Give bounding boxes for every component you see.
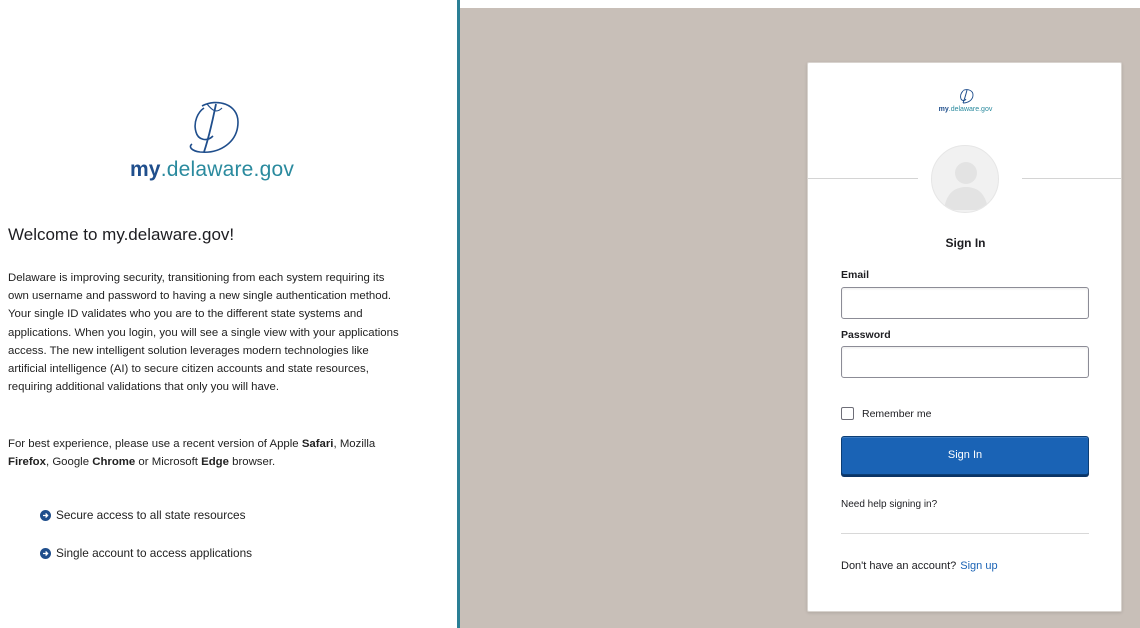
- signup-prompt: Don't have an account?: [841, 560, 957, 572]
- email-label: Email: [841, 269, 870, 281]
- sign-in-card: my.delaware.gov Sign In Email Password R…: [807, 62, 1122, 612]
- user-avatar-icon: [931, 145, 999, 213]
- signup-row: Don't have an account? Sign up: [841, 560, 998, 572]
- remember-me-label: Remember me: [862, 407, 932, 420]
- remember-me-row[interactable]: Remember me: [841, 407, 931, 420]
- header-divider-left: [808, 178, 918, 179]
- arrow-circle-right-icon: [40, 509, 51, 521]
- sign-in-button[interactable]: Sign In: [841, 436, 1089, 475]
- help-signing-in-link[interactable]: Need help signing in?: [841, 499, 937, 510]
- password-label: Password: [841, 329, 891, 341]
- card-brand-logo: my.delaware.gov: [808, 87, 1123, 113]
- card-divider: [841, 533, 1089, 534]
- password-field[interactable]: [841, 346, 1089, 378]
- feature-label: Single account to access applications: [56, 546, 253, 560]
- sign-up-link[interactable]: Sign up: [960, 560, 997, 572]
- feature-item-secure-access: Secure access to all state resources: [40, 508, 246, 522]
- feature-label: Secure access to all state resources: [56, 508, 246, 522]
- remember-me-checkbox[interactable]: [841, 407, 854, 420]
- delaware-monogram-icon: [959, 89, 973, 104]
- browser-recommendation: For best experience, please use a recent…: [8, 438, 376, 469]
- email-field[interactable]: [841, 287, 1089, 319]
- brand-logo: my.delaware.gov: [112, 92, 312, 182]
- welcome-heading: Welcome to my.delaware.gov!: [8, 225, 235, 244]
- info-panel: my.delaware.gov Welcome to my.delaware.g…: [0, 0, 457, 628]
- feature-item-single-account: Single account to access applications: [40, 546, 252, 560]
- header-divider-right: [1022, 178, 1121, 179]
- sign-in-title: Sign In: [945, 236, 986, 250]
- arrow-circle-right-icon: [40, 547, 51, 559]
- card-brand-wordmark: my.delaware.gov: [938, 106, 993, 113]
- delaware-monogram-icon: [189, 101, 239, 153]
- intro-paragraph: Delaware is improving security, transiti…: [8, 272, 399, 394]
- brand-wordmark: my.delaware.gov: [129, 158, 295, 181]
